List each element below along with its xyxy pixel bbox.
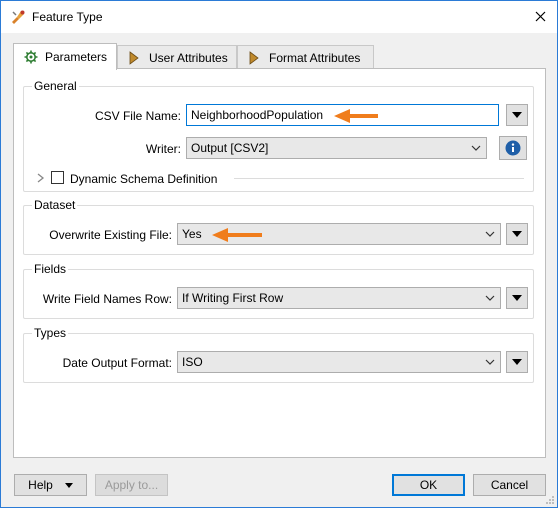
chevron-down-icon bbox=[485, 231, 495, 237]
overwrite-existing-menu-button[interactable] bbox=[506, 223, 528, 245]
write-field-names-value: If Writing First Row bbox=[182, 291, 284, 305]
ok-button-label: OK bbox=[419, 478, 438, 492]
tab-format-attributes-label: Format Attributes bbox=[269, 50, 361, 65]
triangle-down-icon bbox=[512, 231, 522, 237]
write-field-names-menu-button[interactable] bbox=[506, 287, 528, 309]
overwrite-existing-label: Overwrite Existing File: bbox=[49, 228, 172, 242]
fields-group-title: Fields bbox=[32, 262, 69, 276]
window-title: Feature Type bbox=[32, 10, 103, 24]
close-icon bbox=[535, 11, 545, 22]
writer-label: Writer: bbox=[145, 142, 181, 156]
fields-group: Fields Write Field Names Row: If Writing… bbox=[23, 262, 534, 319]
cancel-button[interactable]: Cancel bbox=[473, 474, 546, 496]
triangle-down-icon bbox=[512, 359, 522, 365]
dynamic-schema-separator bbox=[234, 178, 524, 179]
annotation-arrow-icon bbox=[334, 109, 378, 123]
write-field-names-select[interactable]: If Writing First Row bbox=[177, 287, 501, 309]
types-group-title: Types bbox=[32, 326, 69, 340]
triangle-down-icon bbox=[64, 482, 73, 488]
date-output-format-select[interactable]: ISO bbox=[177, 351, 501, 373]
close-button[interactable] bbox=[523, 1, 557, 32]
tab-parameters-label: Parameters bbox=[45, 50, 108, 64]
feature-type-icon bbox=[12, 10, 25, 24]
csv-file-name-menu-button[interactable] bbox=[506, 104, 528, 126]
ok-button[interactable]: OK bbox=[392, 474, 465, 496]
feature-type-dialog: Feature Type Parameters User Attributes … bbox=[0, 0, 558, 508]
tab-parameters[interactable]: Parameters bbox=[13, 43, 117, 70]
writer-select[interactable]: Output [CSV2] bbox=[186, 137, 487, 159]
tab-user-attributes[interactable]: User Attributes bbox=[117, 45, 237, 69]
dataset-group: Dataset Overwrite Existing File: Yes bbox=[23, 198, 534, 255]
tab-user-attributes-label: User Attributes bbox=[149, 50, 228, 65]
parameters-panel: General CSV File Name: NeighborhoodPopul… bbox=[13, 68, 546, 458]
triangle-down-icon bbox=[512, 295, 522, 301]
gear-icon bbox=[24, 50, 38, 64]
help-button-label: Help bbox=[28, 478, 53, 492]
triangle-down-icon bbox=[512, 112, 522, 118]
general-group-title: General bbox=[32, 79, 79, 93]
csv-file-name-label: CSV File Name: bbox=[94, 109, 181, 123]
dataset-group-title: Dataset bbox=[32, 198, 78, 212]
overwrite-existing-value: Yes bbox=[182, 227, 202, 241]
annotation-arrow-icon bbox=[212, 228, 262, 242]
date-output-format-value: ISO bbox=[182, 355, 203, 369]
date-output-format-menu-button[interactable] bbox=[506, 351, 528, 373]
resize-grip-icon[interactable] bbox=[545, 495, 555, 505]
apply-to-button[interactable]: Apply to... bbox=[95, 474, 168, 496]
apply-to-button-label: Apply to... bbox=[104, 478, 159, 492]
date-output-format-label: Date Output Format: bbox=[62, 356, 172, 370]
arrow-right-icon bbox=[128, 50, 142, 65]
dynamic-schema-checkbox[interactable] bbox=[51, 171, 64, 184]
expand-chevron-icon[interactable] bbox=[37, 173, 45, 183]
write-field-names-label: Write Field Names Row: bbox=[42, 292, 172, 306]
chevron-down-icon bbox=[485, 359, 495, 365]
writer-info-button[interactable] bbox=[499, 136, 527, 160]
chevron-down-icon bbox=[471, 145, 481, 151]
types-group: Types Date Output Format: ISO bbox=[23, 326, 534, 383]
tab-format-attributes[interactable]: Format Attributes bbox=[237, 45, 374, 69]
dynamic-schema-label: Dynamic Schema Definition bbox=[70, 172, 218, 186]
title-bar: Feature Type bbox=[1, 1, 557, 33]
cancel-button-label: Cancel bbox=[490, 478, 529, 492]
general-group: General CSV File Name: NeighborhoodPopul… bbox=[23, 79, 534, 192]
chevron-down-icon bbox=[485, 295, 495, 301]
help-button[interactable]: Help bbox=[14, 474, 87, 496]
arrow-right-icon bbox=[248, 50, 262, 65]
info-icon bbox=[505, 140, 521, 156]
writer-select-value: Output [CSV2] bbox=[191, 141, 269, 155]
